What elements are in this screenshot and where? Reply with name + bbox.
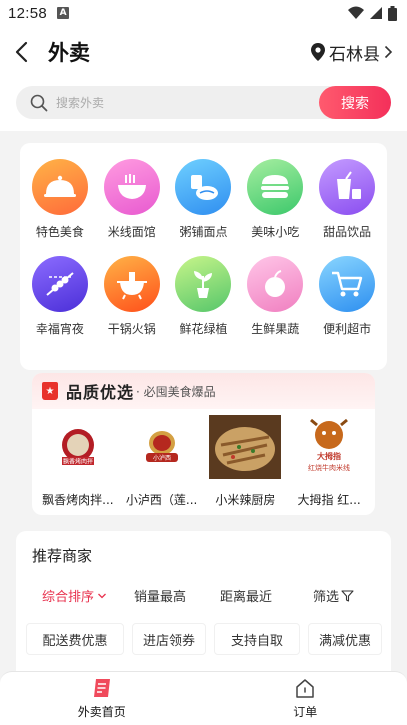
category-item[interactable]: 鲜花绿植: [168, 256, 240, 337]
filter-chip[interactable]: 配送费优惠: [26, 623, 124, 655]
store-photo: [209, 415, 282, 479]
plant-icon: [175, 256, 232, 312]
category-label: 生鲜果蔬: [251, 322, 300, 336]
category-item[interactable]: 粥铺面点: [168, 159, 240, 240]
store-logo: 飘香烤肉拌: [42, 415, 114, 479]
back-button[interactable]: [14, 37, 36, 67]
search-button[interactable]: 搜索: [319, 86, 391, 119]
location-label: 石林县: [329, 44, 380, 65]
quality-item[interactable]: 小泸西 小泸西（莲...: [120, 415, 204, 508]
status-bar: 12:58 A: [0, 0, 407, 26]
skewer-icon: [31, 256, 88, 312]
search-input[interactable]: 搜索外卖: [56, 94, 104, 111]
status-time: 12:58: [8, 4, 48, 22]
store-name: 飘香烤肉拌...: [42, 493, 114, 507]
funnel-icon: [341, 589, 354, 602]
filter-chip[interactable]: 满减优惠: [308, 623, 382, 655]
tab-label: 订单: [293, 705, 318, 719]
category-item[interactable]: 米线面馆: [96, 159, 168, 240]
store-name: 大拇指 红...: [297, 493, 361, 507]
store-logo-text: 小泸西: [153, 454, 171, 462]
filter-chips: 配送费优惠 进店领券 支持自取 满减优惠: [16, 605, 391, 655]
quality-star-badge-icon: ★: [42, 382, 58, 400]
category-label: 粥铺面点: [179, 225, 228, 239]
quality-header: ★ 品质优选 · 必囤美食爆品: [32, 373, 375, 409]
category-item[interactable]: 干锅火锅: [96, 256, 168, 337]
sort-distance[interactable]: 距离最近: [220, 586, 313, 605]
chevron-left-icon: [15, 41, 28, 63]
quality-subtitle: · 必囤美食爆品: [136, 384, 216, 399]
search-icon: [30, 94, 48, 111]
category-label: 米线面馆: [107, 225, 156, 239]
burger-icon: [247, 159, 304, 215]
nav-bar: 外卖 石林县: [0, 26, 407, 78]
tab-takeout-home[interactable]: 外卖首页: [0, 672, 204, 725]
search-bar[interactable]: 搜索外卖 搜索: [16, 86, 391, 119]
chevron-down-icon: [98, 593, 106, 598]
sort-options: 综合排序 销量最高 距离最近 筛选: [16, 586, 391, 605]
category-grid: 特色美食 米线面馆 粥铺面点 美味小吃 甜品饮品 幸福宵夜 干锅火锅 鲜花绿植 …: [20, 143, 387, 337]
quality-item[interactable]: 大拇指红烧牛肉米线 大拇指 红...: [287, 415, 371, 508]
quality-items: 飘香烤肉拌 飘香烤肉拌... 小泸西 小泸西（莲... 小米辣厨房 大拇指红烧牛…: [32, 409, 375, 508]
wifi-icon: [348, 6, 364, 19]
category-item[interactable]: 生鲜果蔬: [239, 256, 311, 337]
bottom-tab-bar: 外卖首页 订单: [0, 671, 407, 725]
store-logo: 小泸西: [126, 415, 198, 479]
order-home-icon: [296, 679, 314, 698]
battery-icon: [388, 5, 397, 21]
tab-label: 外卖首页: [77, 705, 126, 719]
page-title: 外卖: [48, 41, 90, 65]
category-label: 幸福宵夜: [35, 322, 84, 336]
porridge-icon: [175, 159, 232, 215]
store-logo-text: 飘香烤肉拌: [63, 458, 93, 466]
search-section: 搜索外卖 搜索: [0, 78, 407, 131]
category-item[interactable]: 幸福宵夜: [24, 256, 96, 337]
sort-sales[interactable]: 销量最高: [134, 586, 220, 605]
store-name: 小泸西（莲...: [125, 493, 198, 507]
store-name: 小米辣厨房: [215, 493, 276, 507]
fruit-icon: [247, 256, 304, 312]
location-pin-icon: [311, 43, 325, 61]
category-item[interactable]: 便利超市: [311, 256, 383, 337]
noodle-bowl-icon: [103, 159, 160, 215]
chevron-right-icon: [384, 45, 393, 59]
sort-label: 综合排序: [42, 590, 95, 605]
category-grid-card: 特色美食 米线面馆 粥铺面点 美味小吃 甜品饮品 幸福宵夜 干锅火锅 鲜花绿植 …: [20, 143, 387, 370]
drink-icon: [319, 159, 376, 215]
store-logo: 大拇指 红烧牛肉米线: [293, 415, 365, 479]
store-logo-text: 红烧牛肉米线: [308, 463, 350, 472]
quality-item[interactable]: 飘香烤肉拌 飘香烤肉拌...: [36, 415, 120, 508]
location-selector[interactable]: 石林县: [311, 40, 393, 65]
recommended-merchants: 推荐商家 综合排序 销量最高 距离最近 筛选 配送费优惠 进店领券 支持自取 满…: [16, 531, 391, 676]
category-label: 美味小吃: [251, 225, 300, 239]
tab-orders[interactable]: 订单: [204, 672, 407, 725]
filter-button[interactable]: 筛选: [313, 586, 354, 605]
cart-icon: [319, 256, 376, 312]
category-item[interactable]: 美味小吃: [239, 159, 311, 240]
category-label: 特色美食: [35, 225, 84, 239]
category-item[interactable]: 特色美食: [24, 159, 96, 240]
sort-comprehensive[interactable]: 综合排序: [42, 586, 134, 605]
category-label: 鲜花绿植: [179, 322, 228, 336]
quality-item[interactable]: 小米辣厨房: [204, 415, 288, 508]
signal-icon: [370, 7, 382, 19]
filter-chip[interactable]: 支持自取: [214, 623, 300, 655]
category-label: 便利超市: [323, 322, 372, 336]
quality-title: 品质优选: [66, 383, 135, 402]
hotpot-icon: [103, 256, 160, 312]
filter-chip[interactable]: 进店领券: [132, 623, 206, 655]
cloche-icon: [31, 159, 88, 215]
category-label: 甜品饮品: [323, 225, 372, 239]
category-item[interactable]: 甜品饮品: [311, 159, 383, 240]
section-title: 推荐商家: [32, 547, 93, 565]
store-logo-text: 大拇指: [317, 451, 341, 461]
takeout-home-icon: [93, 679, 110, 697]
category-label: 干锅火锅: [107, 322, 156, 336]
quality-picks-card: ★ 品质优选 · 必囤美食爆品 飘香烤肉拌 飘香烤肉拌... 小泸西 小泸西（莲…: [32, 373, 375, 515]
notification-icon: A: [57, 7, 70, 19]
filter-label: 筛选: [313, 590, 340, 605]
